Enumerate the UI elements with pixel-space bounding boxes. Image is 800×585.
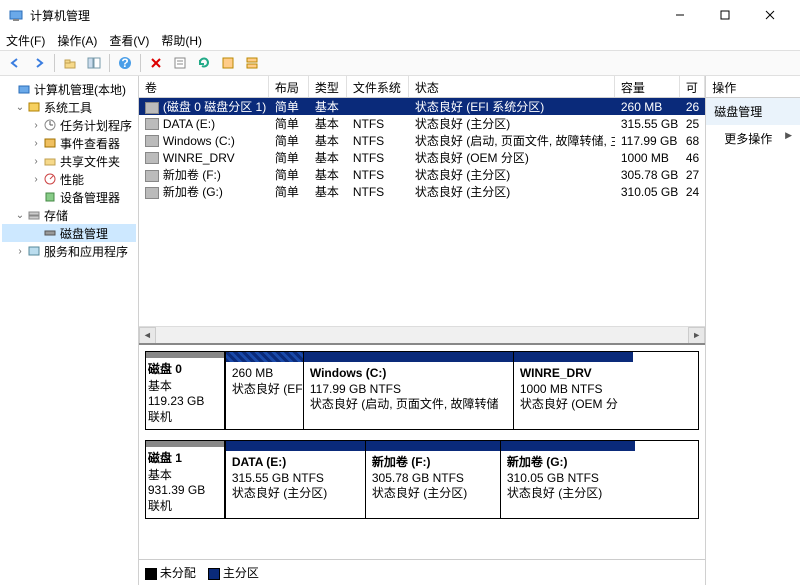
volume-icon xyxy=(145,187,159,199)
tree-performance[interactable]: ›性能 xyxy=(2,170,136,188)
partition[interactable]: 新加卷 (G:)310.05 GB NTFS状态良好 (主分区) xyxy=(500,441,635,518)
properties-button[interactable] xyxy=(169,52,191,74)
volume-list: 卷 布局 类型 文件系统 状态 容量 可 (磁盘 0 磁盘分区 1)简单基本状态… xyxy=(139,76,705,326)
partition[interactable]: Windows (C:)117.99 GB NTFS状态良好 (启动, 页面文件… xyxy=(303,352,513,429)
svg-text:?: ? xyxy=(121,56,128,70)
tree-root[interactable]: 计算机管理(本地) xyxy=(2,80,136,98)
delete-button[interactable] xyxy=(145,52,167,74)
horizontal-scrollbar[interactable]: ◄ ► xyxy=(139,326,705,343)
volume-icon xyxy=(145,102,159,114)
partition[interactable]: 新加卷 (F:)305.78 GB NTFS状态良好 (主分区) xyxy=(365,441,500,518)
volume-row[interactable]: 新加卷 (F:)简单基本NTFS状态良好 (主分区)305.78 GB27 xyxy=(139,166,705,183)
legend-primary: 主分区 xyxy=(208,564,259,581)
actions-disk-mgmt[interactable]: 磁盘管理 xyxy=(706,98,800,125)
help-button[interactable]: ? xyxy=(114,52,136,74)
maximize-button[interactable] xyxy=(702,0,747,30)
col-status[interactable]: 状态 xyxy=(409,76,615,97)
tree-system-tools[interactable]: ⌄系统工具 xyxy=(2,98,136,116)
legend: 未分配 主分区 xyxy=(139,559,705,585)
tree-shared-folders[interactable]: ›共享文件夹 xyxy=(2,152,136,170)
titlebar: 计算机管理 xyxy=(0,0,800,30)
volume-icon xyxy=(145,170,159,182)
legend-unallocated: 未分配 xyxy=(145,564,196,581)
tree-task-scheduler[interactable]: ›任务计划程序 xyxy=(2,116,136,134)
disk-row: 磁盘 0基本119.23 GB联机260 MB状态良好 (EFI 系Window… xyxy=(145,351,699,430)
tree-event-viewer[interactable]: ›事件查看器 xyxy=(2,134,136,152)
tree-device-manager[interactable]: 设备管理器 xyxy=(2,188,136,206)
partition[interactable]: 260 MB状态良好 (EFI 系 xyxy=(225,352,303,429)
menubar: 文件(F) 操作(A) 查看(V) 帮助(H) xyxy=(0,30,800,50)
detail-view-button[interactable] xyxy=(241,52,263,74)
disk-row: 磁盘 1基本931.39 GB联机DATA (E:)315.55 GB NTFS… xyxy=(145,440,699,519)
volume-row[interactable]: (磁盘 0 磁盘分区 1)简单基本状态良好 (EFI 系统分区)260 MB26 xyxy=(139,98,705,115)
list-view-button[interactable] xyxy=(217,52,239,74)
refresh-button[interactable] xyxy=(193,52,215,74)
menu-help[interactable]: 帮助(H) xyxy=(161,32,202,49)
col-layout[interactable]: 布局 xyxy=(269,76,309,97)
disk-info[interactable]: 磁盘 1基本931.39 GB联机 xyxy=(145,440,225,519)
minimize-button[interactable] xyxy=(657,0,702,30)
volume-row[interactable]: DATA (E:)简单基本NTFS状态良好 (主分区)315.55 GB25 xyxy=(139,115,705,132)
menu-action[interactable]: 操作(A) xyxy=(57,32,97,49)
navigation-tree: 计算机管理(本地) ⌄系统工具 ›任务计划程序 ›事件查看器 ›共享文件夹 ›性… xyxy=(0,76,139,585)
tree-disk-management[interactable]: 磁盘管理 xyxy=(2,224,136,242)
partition[interactable]: DATA (E:)315.55 GB NTFS状态良好 (主分区) xyxy=(225,441,365,518)
scroll-left-button[interactable]: ◄ xyxy=(139,327,156,344)
menu-file[interactable]: 文件(F) xyxy=(6,32,45,49)
forward-button[interactable] xyxy=(28,52,50,74)
disk-info[interactable]: 磁盘 0基本119.23 GB联机 xyxy=(145,351,225,430)
actions-header: 操作 xyxy=(706,76,800,98)
toolbar: ? xyxy=(0,50,800,76)
show-hide-tree-button[interactable] xyxy=(83,52,105,74)
content-area: 卷 布局 类型 文件系统 状态 容量 可 (磁盘 0 磁盘分区 1)简单基本状态… xyxy=(139,76,706,585)
app-icon xyxy=(8,7,24,23)
col-free[interactable]: 可 xyxy=(680,76,705,97)
col-fs[interactable]: 文件系统 xyxy=(347,76,409,97)
actions-more[interactable]: 更多操作▶ xyxy=(706,125,800,152)
col-volume[interactable]: 卷 xyxy=(139,76,269,97)
col-type[interactable]: 类型 xyxy=(309,76,347,97)
up-button[interactable] xyxy=(59,52,81,74)
window-title: 计算机管理 xyxy=(30,7,657,24)
menu-view[interactable]: 查看(V) xyxy=(109,32,149,49)
actions-pane: 操作 磁盘管理 更多操作▶ xyxy=(706,76,800,585)
volume-row[interactable]: 新加卷 (G:)简单基本NTFS状态良好 (主分区)310.05 GB24 xyxy=(139,183,705,200)
disk-graphical-view: 磁盘 0基本119.23 GB联机260 MB状态良好 (EFI 系Window… xyxy=(139,343,705,559)
partition[interactable]: WINRE_DRV1000 MB NTFS状态良好 (OEM 分 xyxy=(513,352,633,429)
volume-icon xyxy=(145,135,159,147)
close-button[interactable] xyxy=(747,0,792,30)
volume-icon xyxy=(145,152,159,164)
back-button[interactable] xyxy=(4,52,26,74)
scroll-right-button[interactable]: ► xyxy=(688,327,705,344)
volume-icon xyxy=(145,118,159,130)
tree-services-apps[interactable]: ›服务和应用程序 xyxy=(2,242,136,260)
volume-list-header: 卷 布局 类型 文件系统 状态 容量 可 xyxy=(139,76,705,98)
col-capacity[interactable]: 容量 xyxy=(615,76,680,97)
volume-row[interactable]: Windows (C:)简单基本NTFS状态良好 (启动, 页面文件, 故障转储… xyxy=(139,132,705,149)
tree-storage[interactable]: ⌄存储 xyxy=(2,206,136,224)
volume-row[interactable]: WINRE_DRV简单基本NTFS状态良好 (OEM 分区)1000 MB46 xyxy=(139,149,705,166)
